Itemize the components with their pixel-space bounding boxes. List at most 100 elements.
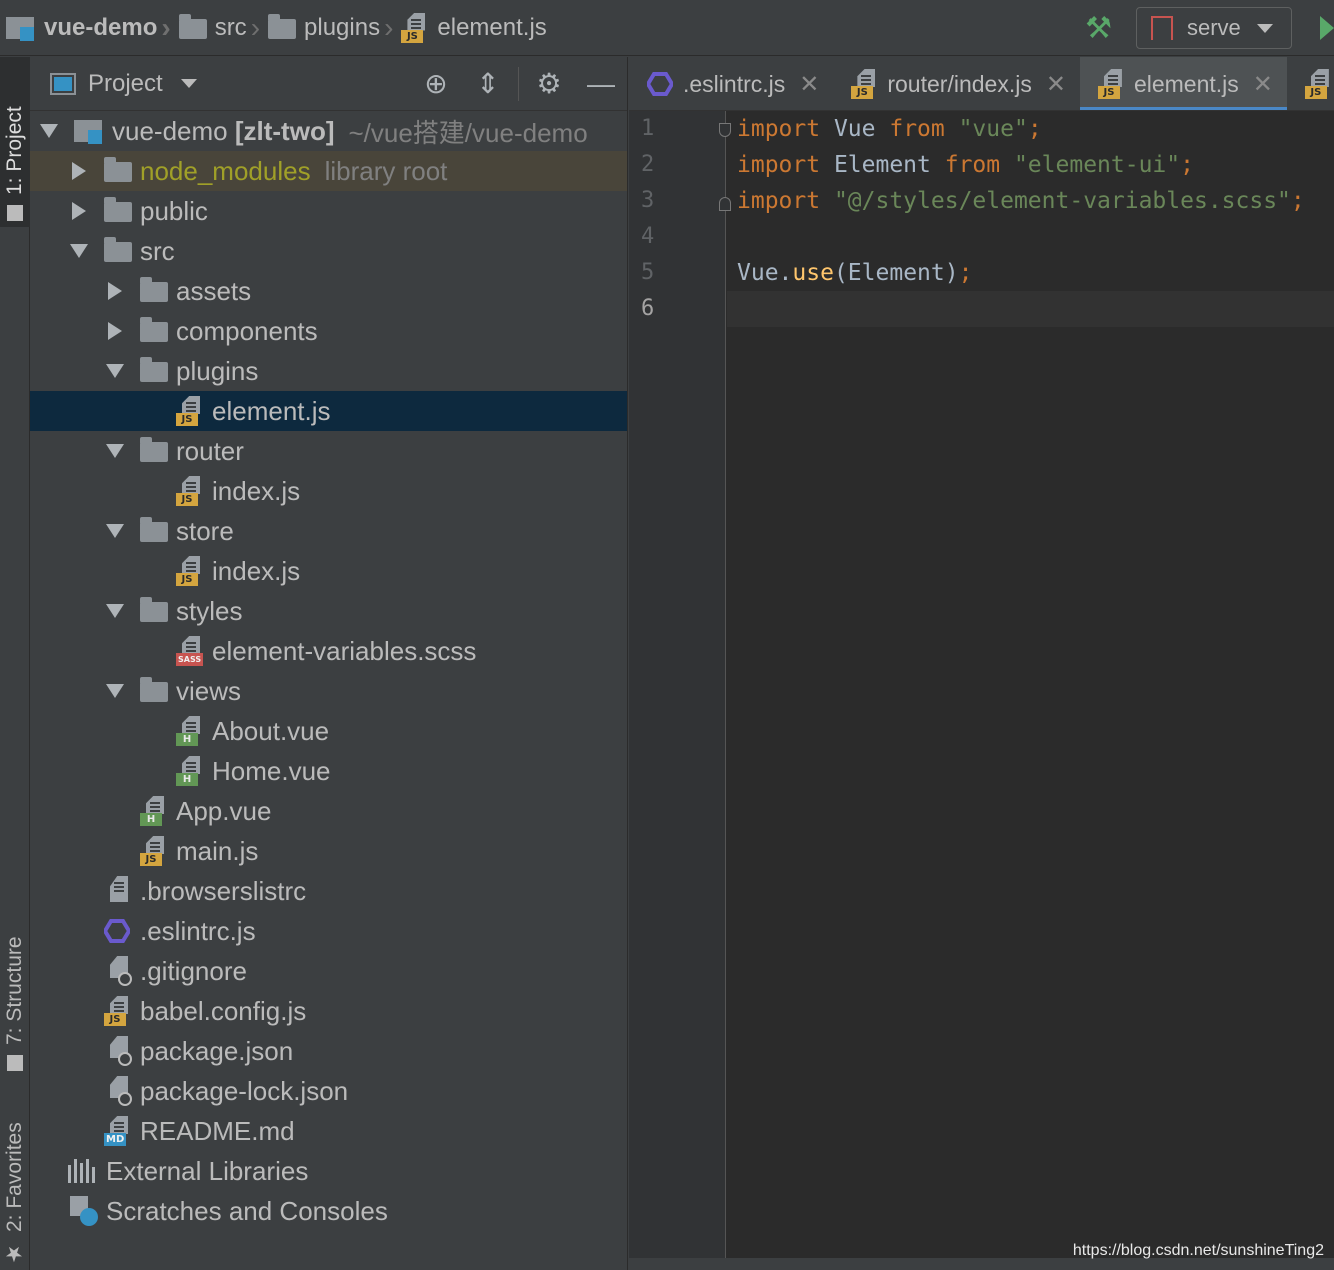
code-line: Vue.use(Element); <box>737 260 973 286</box>
tree-item-styles[interactable]: styles <box>30 591 627 631</box>
collapsed-arrow-icon[interactable] <box>108 282 122 300</box>
eslint-icon <box>104 919 130 943</box>
js-file-icon: JS <box>176 476 206 506</box>
tree-item-public[interactable]: public <box>30 191 627 231</box>
tree-item-node-modules[interactable]: node_modules library root <box>30 151 627 191</box>
project-view-title[interactable]: Project <box>88 70 163 98</box>
tree-item-app-vue[interactable]: H App.vue <box>30 791 627 831</box>
tool-tab-favorites[interactable]: ★ 2: Favorites <box>0 1117 30 1270</box>
expanded-arrow-icon[interactable] <box>106 524 124 538</box>
expanded-arrow-icon[interactable] <box>106 364 124 378</box>
json-file-icon <box>104 1036 134 1066</box>
js-file-icon: JS <box>1097 69 1128 99</box>
tree-item-about-vue[interactable]: H About.vue <box>30 711 627 751</box>
line-number: 3 <box>641 188 655 213</box>
chevron-down-icon[interactable] <box>180 79 197 88</box>
js-file-icon: JS <box>104 996 134 1026</box>
collapse-all-icon[interactable]: ⇕ <box>462 57 514 111</box>
code-line: import Vue from "vue"; <box>737 116 1042 142</box>
watermark-url: https://blog.csdn.net/sunshineTing2 <box>1072 1242 1324 1259</box>
sass-file-icon: SASS <box>176 636 206 666</box>
breadcrumb-separator: › <box>384 11 394 43</box>
project-tree: vue-demo [zlt-two] ~/vue搭建/vue-demo node… <box>30 111 627 1231</box>
tree-item-plugins[interactable]: plugins <box>30 351 627 391</box>
locate-icon[interactable]: ⊕ <box>410 57 462 111</box>
breadcrumb-file[interactable]: JS element.js <box>401 0 547 56</box>
line-number: 5 <box>641 260 655 285</box>
breadcrumb-plugins[interactable]: plugins › <box>268 0 401 56</box>
expanded-arrow-icon[interactable] <box>40 124 58 138</box>
tree-item-router[interactable]: router <box>30 431 627 471</box>
breadcrumb-separator: › <box>161 11 171 43</box>
line-number: 6 <box>641 296 655 321</box>
tree-item-router-index[interactable]: JS index.js <box>30 471 627 511</box>
tab-router-index[interactable]: JS router/index.js ✕ <box>833 57 1080 110</box>
run-config-select[interactable]: serve <box>1136 7 1292 49</box>
build-hammer-icon[interactable]: ⚒ <box>1085 11 1112 46</box>
tool-tab-project[interactable]: 1: Project <box>0 57 30 227</box>
star-icon: ★ <box>3 1242 26 1266</box>
project-folder-icon <box>74 120 102 144</box>
breadcrumb-src[interactable]: src › <box>178 0 268 56</box>
json-file-icon <box>104 1076 134 1106</box>
tree-item-element-js[interactable]: JS element.js <box>30 391 627 431</box>
code-editor[interactable]: 1 2 3 4 5 6 import Vue from "vue"; impor… <box>629 111 1334 1258</box>
breadcrumb-project[interactable]: vue-demo › <box>6 0 179 56</box>
tree-item-element-variables[interactable]: SASS element-variables.scss <box>30 631 627 671</box>
tree-item-src[interactable]: src <box>30 231 627 271</box>
folder-icon <box>140 317 168 342</box>
tree-item-components[interactable]: components <box>30 311 627 351</box>
tree-item-readme[interactable]: MD README.md <box>30 1111 627 1151</box>
run-toolbar: ⚒ serve <box>1085 0 1334 56</box>
collapsed-arrow-icon[interactable] <box>108 322 122 340</box>
tree-item-scratches[interactable]: Scratches and Consoles <box>30 1191 627 1231</box>
tree-item-gitignore[interactable]: .gitignore <box>30 951 627 991</box>
hide-icon[interactable]: — <box>575 57 627 111</box>
eslint-icon <box>647 72 673 96</box>
tree-item-assets[interactable]: assets <box>30 271 627 311</box>
js-file-icon: JS <box>1304 69 1334 99</box>
library-icon <box>68 1159 98 1183</box>
folder-icon <box>7 205 23 221</box>
code-area[interactable]: import Vue from "vue"; import Element fr… <box>727 111 1334 327</box>
tree-item-eslintrc[interactable]: .eslintrc.js <box>30 911 627 951</box>
expanded-arrow-icon[interactable] <box>106 604 124 618</box>
editor-tabs: .eslintrc.js ✕ JS router/index.js ✕ JS e… <box>629 57 1334 111</box>
tab-element-js[interactable]: JS element.js ✕ <box>1079 57 1287 110</box>
line-number: 4 <box>641 224 655 249</box>
tree-item-views[interactable]: views <box>30 671 627 711</box>
tab-overflow[interactable]: JS <box>1287 57 1334 110</box>
tree-item-external-libraries[interactable]: External Libraries <box>30 1151 627 1191</box>
collapsed-arrow-icon[interactable] <box>72 202 86 220</box>
tree-item-package-lock[interactable]: package-lock.json <box>30 1071 627 1111</box>
folder-icon <box>140 677 168 702</box>
tree-item-babel-config[interactable]: JS babel.config.js <box>30 991 627 1031</box>
tree-item-main-js[interactable]: JS main.js <box>30 831 627 871</box>
tool-window-strip: 1: Project 7: Structure ★ 2: Favorites <box>0 57 30 1270</box>
tree-item-store[interactable]: store <box>30 511 627 551</box>
tree-item-package-json[interactable]: package.json <box>30 1031 627 1071</box>
tree-item-browserslistrc[interactable]: .browserslistrc <box>30 871 627 911</box>
folder-icon <box>178 13 207 39</box>
line-number-gutter: 1 2 3 4 5 6 <box>629 111 731 1258</box>
tree-item-home-vue[interactable]: H Home.vue <box>30 751 627 791</box>
project-panel: Project ⊕ ⇕ ⚙ — vue-demo [zlt-two] ~/vue… <box>30 57 628 1270</box>
vue-file-icon: H <box>176 716 206 746</box>
tab-eslintrc[interactable]: .eslintrc.js ✕ <box>629 57 833 110</box>
folder-icon <box>104 237 132 262</box>
expanded-arrow-icon[interactable] <box>106 444 124 458</box>
expanded-arrow-icon[interactable] <box>106 684 124 698</box>
close-icon[interactable]: ✕ <box>1046 70 1066 99</box>
close-icon[interactable]: ✕ <box>799 70 819 99</box>
run-icon[interactable] <box>1320 16 1334 40</box>
gear-icon[interactable]: ⚙ <box>523 57 575 111</box>
expanded-arrow-icon[interactable] <box>70 244 88 258</box>
collapsed-arrow-icon[interactable] <box>72 162 86 180</box>
tool-tab-structure[interactable]: 7: Structure <box>0 917 30 1077</box>
close-icon[interactable]: ✕ <box>1253 70 1273 99</box>
js-file-icon: JS <box>851 69 881 99</box>
tree-item-store-index[interactable]: JS index.js <box>30 551 627 591</box>
code-line: import Element from "element-ui"; <box>737 152 1194 178</box>
navigation-bar: vue-demo › src › plugins › JS element.js… <box>0 0 1334 56</box>
tree-item-root[interactable]: vue-demo [zlt-two] ~/vue搭建/vue-demo <box>30 111 627 151</box>
